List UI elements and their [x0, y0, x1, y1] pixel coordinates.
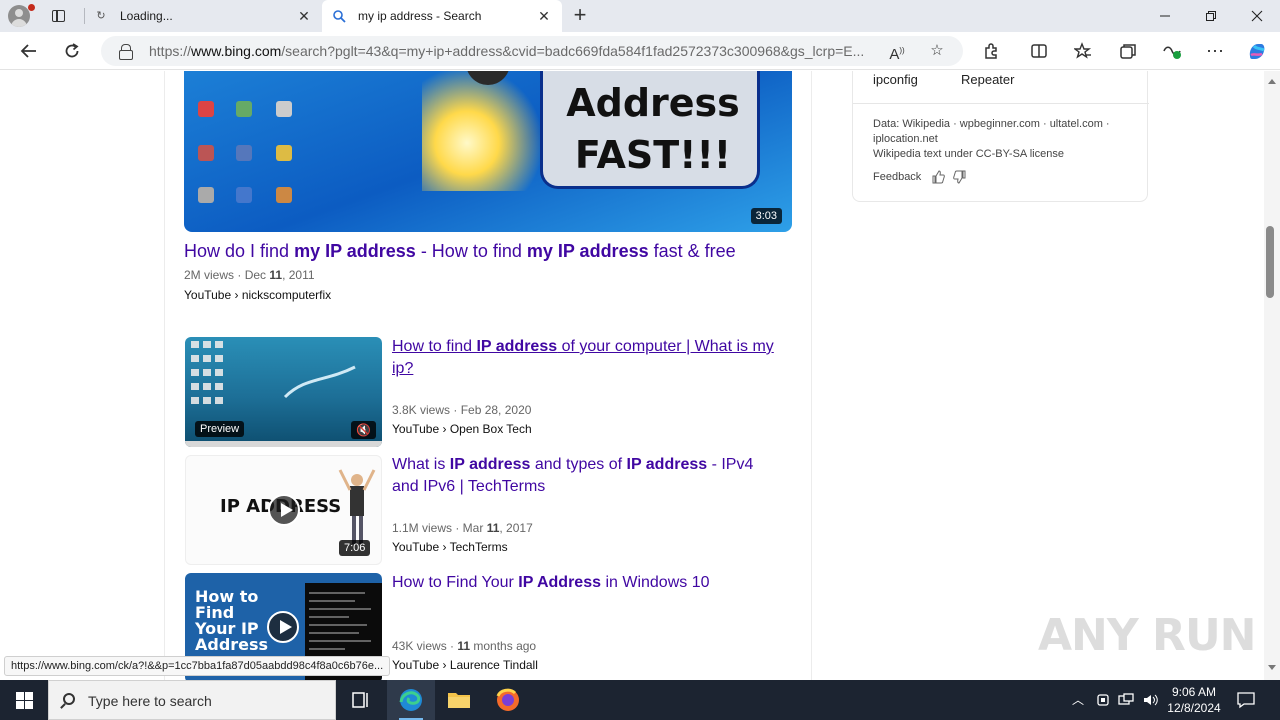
- close-tab-icon[interactable]: ✕: [296, 8, 312, 24]
- desktop-icon-art: [198, 187, 214, 203]
- video-meta: 2M views · Dec 11, 2011: [184, 268, 315, 282]
- video-result-title[interactable]: What is IP address and types of IP addre…: [392, 454, 782, 498]
- extensions-icon[interactable]: [976, 36, 1006, 66]
- device-icon[interactable]: [1095, 692, 1111, 708]
- task-view-icon[interactable]: [336, 680, 384, 720]
- collections-icon[interactable]: [1113, 36, 1143, 66]
- scroll-up-arrow-icon[interactable]: [1268, 79, 1276, 84]
- back-button[interactable]: [14, 36, 44, 66]
- related-chip-repeater[interactable]: Repeater: [961, 72, 1014, 87]
- video-meta: 1.1M views · Mar 11, 2017: [392, 521, 533, 535]
- tab-strip: ↻ Loading... ✕ my ip address - Search ✕ …: [0, 0, 1280, 32]
- video-duration-badge: 7:06: [339, 540, 371, 556]
- edge-taskbar-icon[interactable]: [387, 680, 435, 720]
- tab-search[interactable]: my ip address - Search ✕: [322, 0, 562, 32]
- video-source[interactable]: YouTube › TechTerms: [392, 540, 508, 554]
- browser-toolbar: https://www.bing.com/search?pglt=43&q=my…: [0, 32, 1280, 70]
- desktop-icon-art: [276, 145, 292, 161]
- desktop-icon-art: [276, 187, 292, 203]
- tray-overflow-chevron-icon[interactable]: ︿: [1070, 692, 1086, 708]
- volume-icon[interactable]: [1142, 692, 1158, 708]
- tab-loading[interactable]: ↻ Loading... ✕: [84, 0, 322, 32]
- notification-icon[interactable]: [1236, 690, 1256, 710]
- play-button-icon[interactable]: [267, 611, 299, 643]
- thumbs-up-icon[interactable]: [931, 170, 945, 184]
- related-chip-ipconfig[interactable]: ipconfig: [873, 72, 918, 87]
- firefox-icon[interactable]: [484, 680, 532, 720]
- minimize-button[interactable]: [1142, 0, 1188, 32]
- taskbar-search-box[interactable]: Type here to search: [48, 680, 336, 720]
- video-thumbnail[interactable]: IP ADDRESS 7:06: [185, 455, 382, 565]
- desktop-icon-art: [198, 101, 214, 117]
- video-result-title[interactable]: How do I find my IP address - How to fin…: [184, 241, 736, 262]
- video-meta: 3.8K views · Feb 28, 2020: [392, 403, 532, 417]
- page-content: Address FAST!!! 3:03 How do I find my IP…: [0, 71, 1264, 680]
- copilot-icon[interactable]: [1242, 36, 1272, 66]
- video-source[interactable]: YouTube › nickscomputerfix: [184, 288, 331, 302]
- scrollbar-thumb[interactable]: [1266, 226, 1274, 298]
- new-tab-button[interactable]: +: [568, 4, 592, 28]
- refresh-button[interactable]: [57, 36, 87, 66]
- restore-button[interactable]: [1188, 0, 1234, 32]
- split-screen-icon[interactable]: [1024, 36, 1054, 66]
- video-source[interactable]: YouTube › Laurence Tindall: [392, 658, 538, 672]
- mute-icon[interactable]: 🔇: [351, 421, 376, 439]
- thumbnail-text-panel: Address FAST!!!: [540, 71, 760, 189]
- feedback-label[interactable]: Feedback: [873, 171, 921, 183]
- desktop-icon-art: [236, 187, 252, 203]
- profile-avatar-icon[interactable]: [8, 5, 30, 27]
- panel-divider: [853, 103, 1149, 104]
- read-aloud-icon[interactable]: A)): [887, 41, 907, 63]
- video-source[interactable]: YouTube › Open Box Tech: [392, 422, 532, 436]
- tab-title: my ip address - Search: [358, 9, 482, 23]
- search-icon: [332, 9, 346, 23]
- desktop-icon-art: [276, 101, 292, 117]
- desktop-icon-art: [236, 145, 252, 161]
- video-duration-badge: 3:03: [750, 208, 782, 224]
- thumbs-down-icon[interactable]: [953, 170, 967, 184]
- thumbnail-text: Address: [566, 81, 740, 125]
- profile-notification-dot: [28, 4, 35, 11]
- anyrun-watermark: ANY RUN: [1038, 610, 1256, 661]
- tab-actions-icon[interactable]: [48, 6, 68, 26]
- desktop-icon-art: [198, 145, 214, 161]
- data-sources: Data: Wikipedia · wpbeginner.com · ultat…: [873, 118, 1110, 160]
- tab-title: Loading...: [120, 9, 173, 23]
- lock-icon[interactable]: [119, 44, 133, 60]
- search-icon: [63, 693, 75, 705]
- play-button-icon[interactable]: [268, 494, 300, 526]
- loading-icon: ↻: [96, 10, 106, 22]
- video-meta: 43K views · 11 months ago: [392, 639, 537, 653]
- close-window-button[interactable]: [1234, 0, 1280, 32]
- desktop-icon-art: [236, 101, 252, 117]
- knowledge-panel: ipconfig Repeater Data: Wikipedia · wpbe…: [852, 71, 1149, 202]
- close-tab-icon[interactable]: ✕: [536, 8, 552, 24]
- favorite-star-icon[interactable]: ☆: [927, 41, 947, 61]
- video-result-title[interactable]: How to Find Your IP Address in Windows 1…: [392, 572, 782, 594]
- thumbnail-text: How to Find Your IP Address: [195, 587, 269, 654]
- start-button[interactable]: [0, 680, 48, 720]
- video-thumbnail-large[interactable]: Address FAST!!! 3:03: [184, 71, 792, 232]
- favorites-icon[interactable]: [1068, 36, 1098, 66]
- preview-badge: Preview: [195, 421, 245, 437]
- browser-essentials-icon[interactable]: [1157, 36, 1187, 66]
- page-scrollbar[interactable]: [1264, 71, 1280, 680]
- search-placeholder: Type here to search: [88, 693, 212, 709]
- address-bar[interactable]: https://www.bing.com/search?pglt=43&q=my…: [101, 36, 963, 66]
- video-result-title[interactable]: How to find IP address of your computer …: [392, 336, 782, 380]
- status-bar-url: https://www.bing.com/ck/a?!&&p=1cc7bba1f…: [4, 656, 391, 676]
- video-thumbnail[interactable]: Preview 🔇: [185, 337, 382, 447]
- url-text[interactable]: https://www.bing.com/search?pglt=43&q=my…: [149, 43, 871, 59]
- system-clock[interactable]: 9:06 AM 12/8/2024: [1160, 684, 1228, 716]
- thumbnail-text: FAST!!!: [574, 133, 732, 177]
- scroll-down-arrow-icon[interactable]: [1268, 665, 1276, 670]
- network-icon[interactable]: [1118, 692, 1134, 708]
- more-menu-icon[interactable]: ⋯: [1200, 36, 1230, 66]
- file-explorer-icon[interactable]: [435, 680, 483, 720]
- windows-taskbar: Type here to search ︿ 9:06 AM 12/8/2024: [0, 680, 1280, 720]
